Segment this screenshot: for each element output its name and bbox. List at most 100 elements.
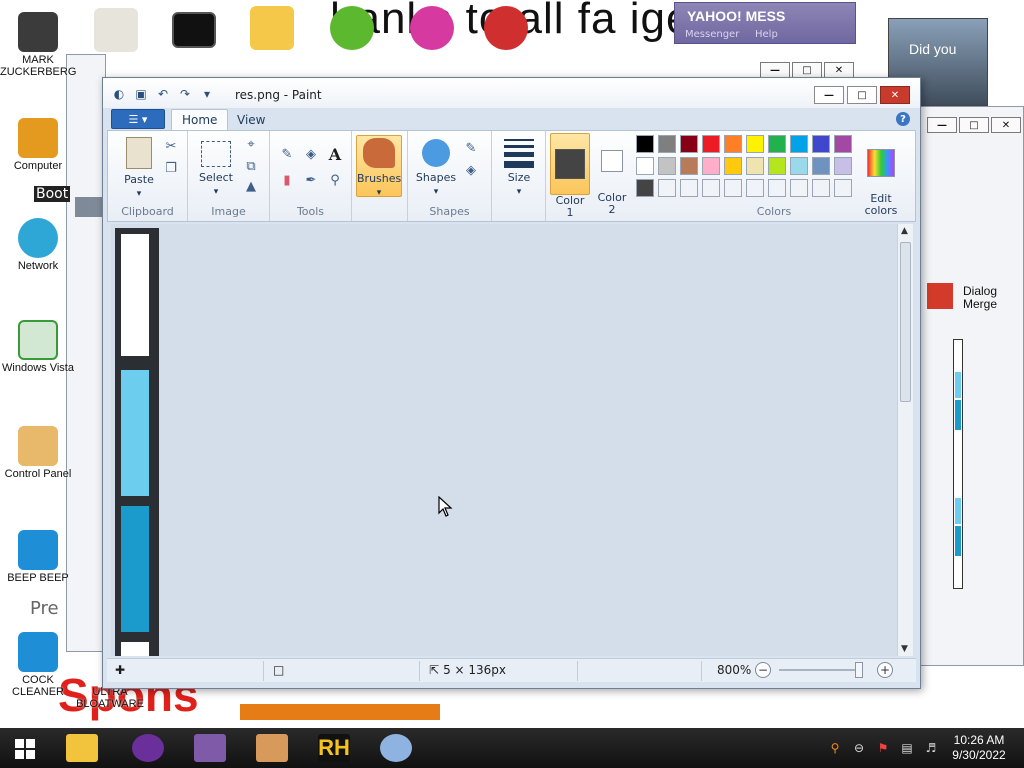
minus-icon[interactable]: ⊖ bbox=[852, 741, 866, 755]
minimize-button[interactable]: — bbox=[814, 86, 844, 104]
redo-icon[interactable]: ↷ bbox=[177, 86, 193, 102]
desktop-icon-mark-zuckerberg[interactable]: MARK ZUCKERBERG bbox=[0, 12, 76, 78]
image-canvas[interactable] bbox=[115, 228, 159, 656]
shape-fill-icon[interactable]: ◈ bbox=[462, 161, 480, 179]
palette-swatch[interactable] bbox=[724, 135, 742, 153]
start-button[interactable] bbox=[14, 738, 36, 760]
close-button[interactable]: ✕ bbox=[991, 117, 1021, 133]
network-tray-icon[interactable]: ▤ bbox=[900, 741, 914, 755]
desktop-icon-beep-beep[interactable]: BEEP BEEP bbox=[0, 530, 76, 584]
pencil-icon[interactable]: ✎ bbox=[278, 145, 296, 163]
palette-swatch[interactable] bbox=[790, 157, 808, 175]
palette-swatch[interactable] bbox=[834, 135, 852, 153]
rh-app-icon[interactable]: RH bbox=[318, 734, 350, 762]
copy-icon[interactable]: ❐ bbox=[162, 159, 180, 177]
paint-app-icon[interactable]: ◐ bbox=[111, 86, 127, 102]
behind-close-button[interactable]: ✕ bbox=[824, 62, 854, 78]
palette-swatch[interactable] bbox=[790, 135, 808, 153]
command-prompt-icon[interactable] bbox=[172, 12, 216, 48]
palette-swatch[interactable] bbox=[790, 179, 808, 197]
palette-swatch[interactable] bbox=[680, 157, 698, 175]
angry-birds-pig-icon[interactable] bbox=[330, 6, 374, 50]
zoom-in-button[interactable]: + bbox=[877, 662, 893, 678]
canvas-workspace[interactable] bbox=[111, 224, 897, 656]
color-picker-icon[interactable]: ✒ bbox=[302, 171, 320, 189]
palette-swatch[interactable] bbox=[812, 179, 830, 197]
palette-swatch[interactable] bbox=[702, 179, 720, 197]
crop-icon[interactable]: ⌖ bbox=[242, 135, 260, 153]
palette-swatch[interactable] bbox=[746, 179, 764, 197]
palette-swatch[interactable] bbox=[658, 179, 676, 197]
palette-swatch[interactable] bbox=[658, 157, 676, 175]
yahoo-menu-messenger[interactable]: Messenger bbox=[685, 29, 739, 40]
rotate-icon[interactable]: ▲ bbox=[242, 177, 260, 195]
palette-swatch[interactable] bbox=[702, 135, 720, 153]
palette-swatch[interactable] bbox=[768, 157, 786, 175]
file-explorer-icon[interactable] bbox=[66, 734, 98, 762]
desktop-icon-network[interactable]: Network bbox=[0, 218, 76, 272]
save-icon[interactable]: ▣ bbox=[133, 86, 149, 102]
paint-icon[interactable] bbox=[380, 734, 412, 762]
clock[interactable]: 10:26 AM 9/30/2022 bbox=[944, 733, 1014, 763]
vertical-scrollbar[interactable]: ▲ ▼ bbox=[897, 224, 913, 656]
title-bar[interactable]: ◐ ▣ ↶ ↷ ▾ res.png - Paint — □ ✕ bbox=[103, 78, 920, 108]
desktop-icon-windows-vista[interactable]: Windows Vista bbox=[0, 320, 76, 374]
color1-button[interactable]: Color 1 bbox=[550, 133, 590, 219]
palette-swatch[interactable] bbox=[746, 157, 764, 175]
settings-app-icon[interactable] bbox=[94, 8, 138, 52]
tab-view[interactable]: View bbox=[227, 109, 275, 130]
palette-swatch[interactable] bbox=[768, 135, 786, 153]
undo-icon[interactable]: ↶ bbox=[155, 86, 171, 102]
text-icon[interactable]: A bbox=[326, 145, 344, 164]
shapes-button[interactable]: Shapes ▾ bbox=[414, 137, 458, 197]
zoom-slider-thumb[interactable] bbox=[855, 662, 863, 678]
paste-button[interactable]: Paste ▾ bbox=[116, 137, 162, 199]
cut-icon[interactable]: ✂ bbox=[162, 137, 180, 155]
palette-swatch[interactable] bbox=[680, 135, 698, 153]
yahoo-messenger-icon[interactable] bbox=[132, 734, 164, 762]
palette-swatch[interactable] bbox=[812, 135, 830, 153]
magnifier-icon[interactable]: ⚲ bbox=[326, 171, 344, 189]
app-icon[interactable] bbox=[256, 734, 288, 762]
palette-swatch[interactable] bbox=[834, 157, 852, 175]
palette-swatch[interactable] bbox=[658, 135, 676, 153]
tab-home[interactable]: Home bbox=[171, 109, 229, 130]
behind-minimize-button[interactable]: — bbox=[760, 62, 790, 78]
search-icon[interactable]: ⚲ bbox=[828, 741, 842, 755]
palette-swatch[interactable] bbox=[680, 179, 698, 197]
fill-icon[interactable]: ◈ bbox=[302, 145, 320, 163]
desktop-icon-cock-cleaner[interactable]: COCK CLEANER bbox=[0, 632, 76, 698]
photoscape-icon[interactable] bbox=[410, 6, 454, 50]
maximize-button[interactable]: □ bbox=[959, 117, 989, 133]
palette-swatch[interactable] bbox=[768, 179, 786, 197]
minimize-button[interactable]: — bbox=[927, 117, 957, 133]
resize-icon[interactable]: ⧉ bbox=[242, 157, 260, 175]
zoom-slider[interactable] bbox=[779, 669, 859, 671]
scroll-up-icon[interactable]: ▲ bbox=[901, 226, 908, 236]
customize-toolbar-icon[interactable]: ▾ bbox=[199, 86, 215, 102]
scrollbar-thumb[interactable] bbox=[900, 242, 911, 402]
behind-maximize-button[interactable]: □ bbox=[792, 62, 822, 78]
desktop-icon-control-panel[interactable]: Control Panel bbox=[0, 426, 76, 480]
palette-swatch[interactable] bbox=[812, 157, 830, 175]
visual-studio-icon[interactable] bbox=[194, 734, 226, 762]
outline-icon[interactable]: ✎ bbox=[462, 139, 480, 157]
scroll-down-icon[interactable]: ▼ bbox=[901, 644, 908, 654]
palette-swatch[interactable] bbox=[636, 135, 654, 153]
archive-app-icon[interactable] bbox=[250, 6, 294, 50]
edit-colors-button[interactable]: Edit colors bbox=[858, 137, 904, 217]
file-menu-button[interactable]: ☰ ▾ bbox=[111, 109, 165, 129]
palette-swatch[interactable] bbox=[702, 157, 720, 175]
yahoo-menu-help[interactable]: Help bbox=[755, 29, 778, 40]
palette-swatch[interactable] bbox=[746, 135, 764, 153]
palette-swatch[interactable] bbox=[724, 157, 742, 175]
palette-swatch[interactable] bbox=[636, 157, 654, 175]
dev-cpp-icon[interactable] bbox=[484, 6, 528, 50]
dialog-merge-label[interactable]: Dialog Merge bbox=[963, 285, 1013, 311]
eraser-icon[interactable]: ▮ bbox=[278, 171, 296, 189]
palette-swatch[interactable] bbox=[724, 179, 742, 197]
select-button[interactable]: Select ▾ bbox=[194, 137, 238, 197]
maximize-button[interactable]: □ bbox=[847, 86, 877, 104]
palette-swatch[interactable] bbox=[636, 179, 654, 197]
desktop-icon-computer[interactable]: Computer bbox=[0, 118, 76, 172]
